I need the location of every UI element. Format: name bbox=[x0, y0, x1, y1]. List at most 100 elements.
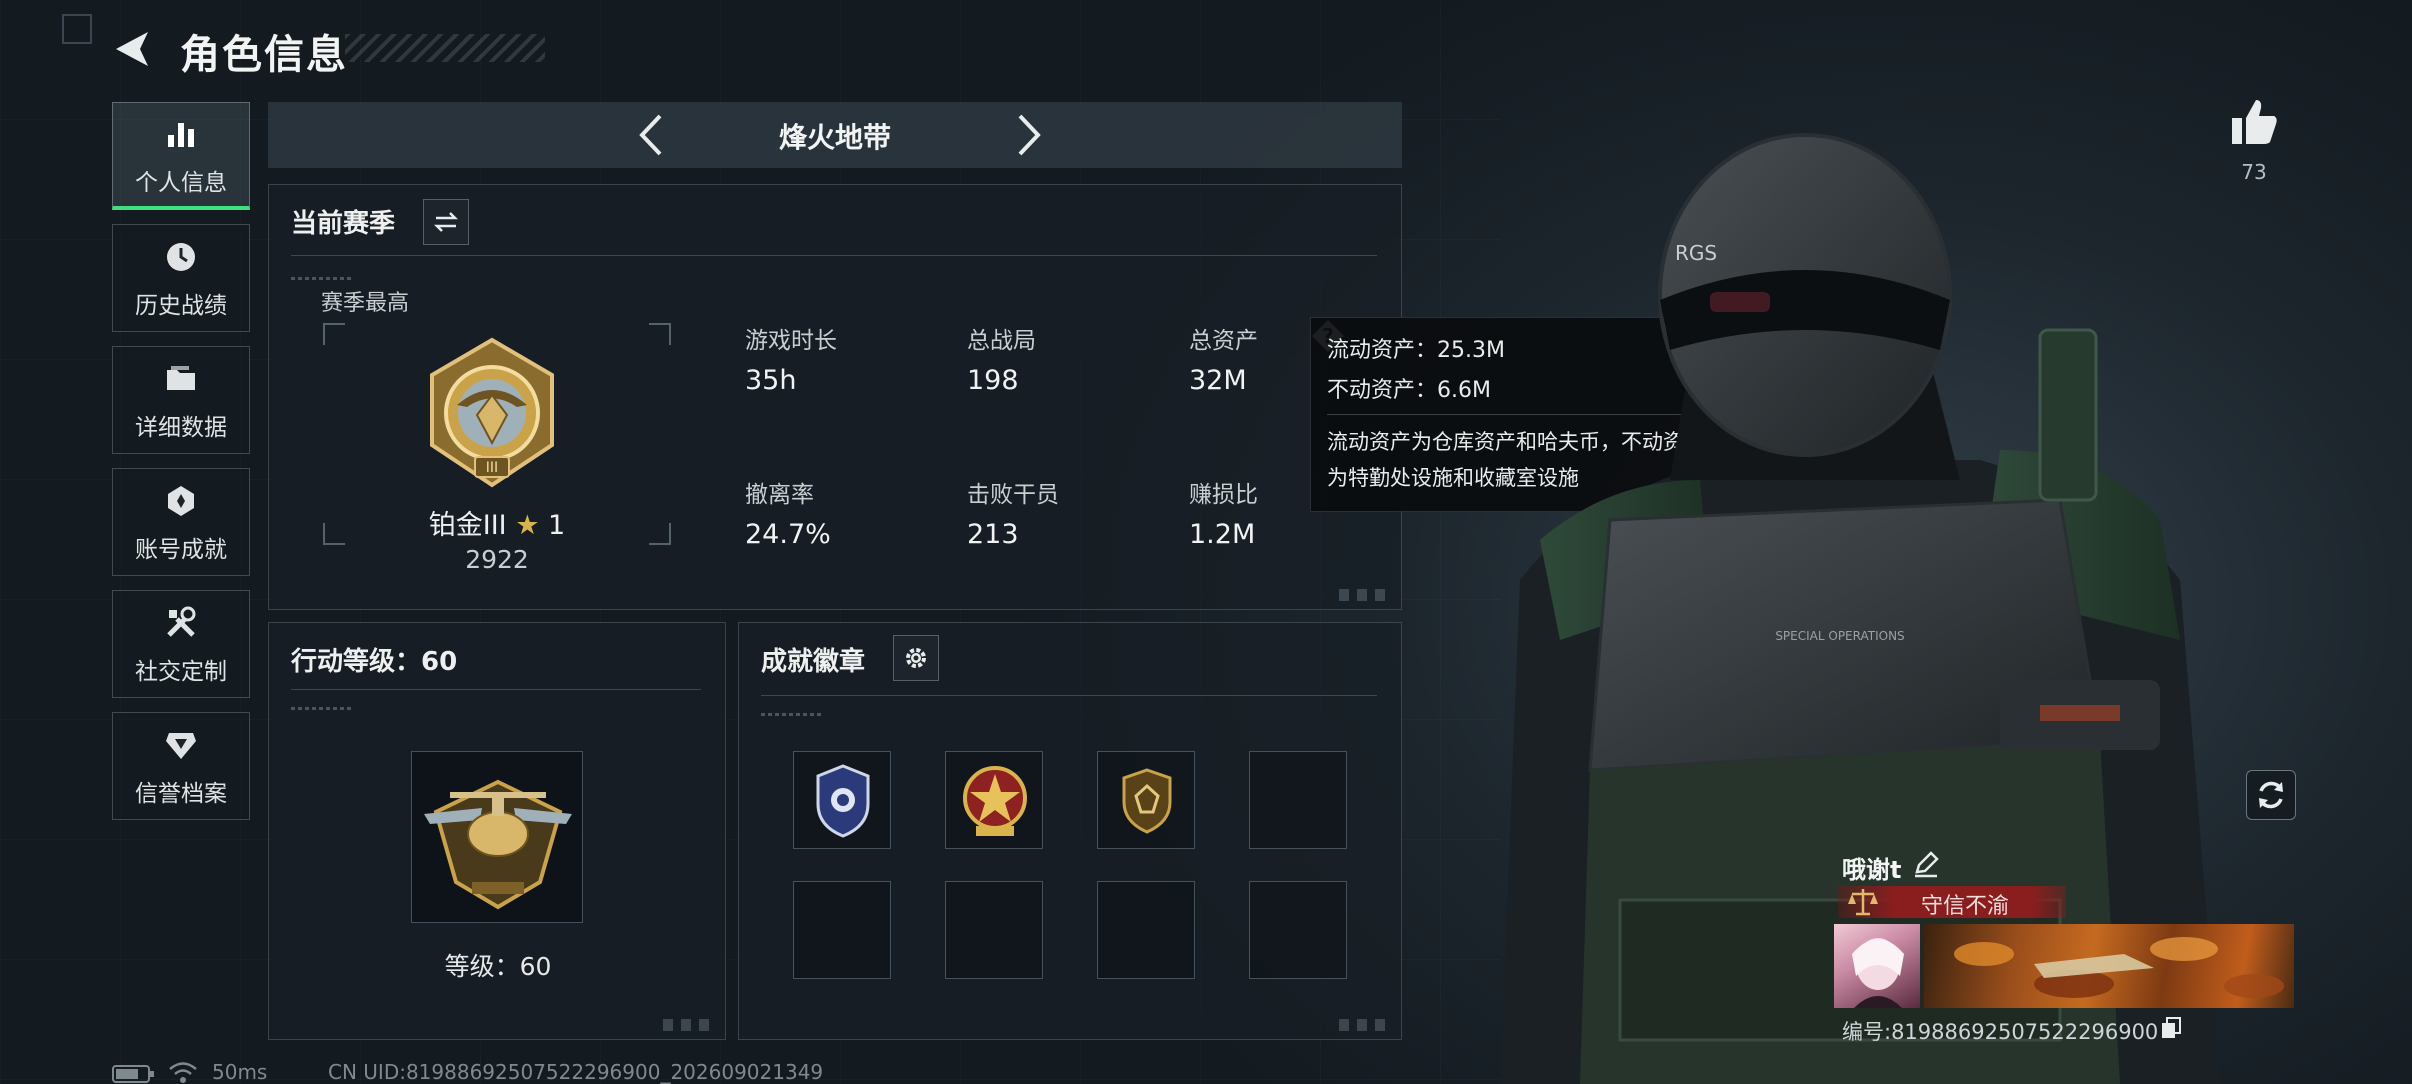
nav-item-credit-record[interactable]: 信誉档案 bbox=[112, 712, 250, 820]
bar-chart-icon bbox=[160, 113, 202, 155]
stat-value: 1.2M bbox=[1189, 519, 1256, 550]
frame-corner bbox=[649, 323, 671, 345]
scales-icon bbox=[1848, 889, 1878, 916]
badge-slot-empty[interactable] bbox=[793, 881, 891, 979]
stat-label: 击败干员 bbox=[967, 482, 1059, 508]
dash-decoration bbox=[761, 713, 821, 716]
copy-icon[interactable] bbox=[2160, 1016, 2182, 1040]
frame-corner bbox=[323, 523, 345, 545]
nav-label: 个人信息 bbox=[135, 169, 227, 196]
dash-decoration bbox=[291, 277, 351, 280]
rank-score: 2922 bbox=[465, 545, 529, 574]
frame-corner bbox=[649, 523, 671, 545]
credit-shield-icon bbox=[160, 724, 202, 766]
badge-slot-empty[interactable] bbox=[1097, 881, 1195, 979]
player-banner[interactable] bbox=[1924, 924, 2294, 1008]
avatar-portrait-icon bbox=[1852, 938, 1904, 1008]
level-emblem-frame bbox=[411, 751, 583, 923]
rank-line: 铂金III ★ 1 bbox=[423, 503, 571, 542]
history-clock-icon bbox=[160, 236, 202, 278]
rank-name: 铂金III bbox=[428, 510, 507, 541]
stat-value: 198 bbox=[967, 365, 1019, 396]
edit-name-icon[interactable] bbox=[1912, 850, 1940, 878]
rank-stars: 1 bbox=[548, 510, 566, 541]
corner-dots-decoration bbox=[663, 1019, 715, 1031]
svg-text:SPECIAL OPERATIONS: SPECIAL OPERATIONS bbox=[1775, 629, 1904, 643]
season-best-label: 赛季最高 bbox=[321, 291, 410, 316]
mode-name: 烽火地带 bbox=[778, 121, 891, 154]
stat-label: 赚损比 bbox=[1189, 482, 1258, 508]
like-count: 73 bbox=[2241, 160, 2267, 184]
dash-decoration bbox=[291, 707, 351, 710]
stat-label: 游戏时长 bbox=[745, 328, 837, 354]
action-level-title: 行动等级：60 bbox=[291, 647, 458, 677]
latency: 50ms bbox=[212, 1060, 268, 1084]
stat-value: 35h bbox=[745, 365, 797, 396]
season-title: 当前赛季 bbox=[291, 209, 396, 239]
badge-slot-empty[interactable] bbox=[945, 881, 1043, 979]
achievements-title: 成就徽章 bbox=[761, 647, 866, 677]
stat-label: 撤离率 bbox=[745, 482, 814, 508]
badge-settings-button[interactable] bbox=[893, 635, 939, 681]
stat-value: 213 bbox=[967, 519, 1019, 550]
refresh-icon bbox=[2259, 781, 2283, 809]
player-name: 哦谢t bbox=[1842, 856, 1902, 884]
mode-selector: 烽火地带 bbox=[268, 102, 1402, 168]
swap-season-button[interactable] bbox=[423, 199, 469, 245]
autumn-leaves-banner-icon bbox=[1954, 937, 2284, 998]
nav-label: 账号成就 bbox=[135, 537, 227, 563]
divider bbox=[291, 689, 701, 690]
rank-emblem-icon: III bbox=[430, 337, 554, 488]
page-title: 角色信息 bbox=[180, 32, 348, 78]
divider bbox=[761, 695, 1377, 696]
gem-shield-icon bbox=[1122, 768, 1172, 834]
action-level-panel: 行动等级：60 等级：60 bbox=[268, 622, 726, 1040]
battery-icon bbox=[112, 1065, 154, 1083]
stat-label: 总战局 bbox=[967, 328, 1036, 354]
thumbs-up-icon[interactable] bbox=[2230, 96, 2278, 148]
nav-item-detail-data[interactable]: 详细数据 bbox=[112, 346, 250, 454]
badge-slot-star-medal[interactable] bbox=[945, 751, 1043, 849]
achievement-badge-icon bbox=[160, 480, 202, 522]
stat-label: 总资产 bbox=[1189, 328, 1258, 354]
swap-arrows-icon bbox=[433, 212, 459, 232]
rotate-character-button[interactable] bbox=[2246, 770, 2296, 820]
stat-value: 32M bbox=[1189, 365, 1247, 396]
wifi-icon bbox=[169, 1062, 197, 1083]
achievements-panel: 成就徽章 bbox=[738, 622, 1402, 1040]
credit-title: 守信不渝 bbox=[1920, 894, 2009, 919]
star-icon: ★ bbox=[515, 510, 540, 541]
svg-text:RGS: RGS bbox=[1675, 241, 1717, 265]
stat-value: 24.7% bbox=[745, 519, 831, 550]
svg-text:III: III bbox=[486, 460, 498, 476]
frame-corner bbox=[323, 323, 345, 345]
tools-icon bbox=[160, 602, 202, 644]
next-mode-arrow-icon[interactable] bbox=[1002, 110, 1052, 160]
badge-slot-gem-shield[interactable] bbox=[1097, 751, 1195, 849]
badge-slot-empty[interactable] bbox=[1249, 881, 1347, 979]
police-badge-icon bbox=[816, 764, 870, 838]
divider bbox=[291, 255, 1377, 256]
nav-label: 历史战绩 bbox=[135, 293, 227, 319]
nav-item-social-custom[interactable]: 社交定制 bbox=[112, 590, 250, 698]
gear-icon bbox=[906, 648, 926, 668]
badge-slot-empty[interactable] bbox=[1249, 751, 1347, 849]
nav-label: 信誉档案 bbox=[135, 781, 227, 807]
nav-item-personal-info[interactable]: 个人信息 bbox=[112, 102, 250, 210]
player-id: 编号:8198869250752229​6900 bbox=[1842, 1020, 2159, 1044]
corner-dots-decoration bbox=[1339, 589, 1391, 601]
folder-icon bbox=[160, 358, 202, 400]
corner-dots-decoration bbox=[1339, 1019, 1391, 1031]
season-panel: 当前赛季 赛季最高 III 铂金III ★ 1 2922 游戏时长 35h 总战… bbox=[268, 184, 1402, 610]
uid-text: CN UID:81988692507522296900_202609021349 bbox=[328, 1060, 824, 1084]
nav-item-history[interactable]: 历史战绩 bbox=[112, 224, 250, 332]
back-arrow-icon[interactable] bbox=[108, 24, 158, 74]
nav-label: 详细数据 bbox=[135, 415, 227, 441]
level-label: 等级：60 bbox=[444, 952, 552, 981]
player-avatar[interactable] bbox=[1834, 924, 1920, 1008]
nav-item-achievements[interactable]: 账号成就 bbox=[112, 468, 250, 576]
badge-slot-police[interactable] bbox=[793, 751, 891, 849]
nav-label: 社交定制 bbox=[135, 659, 227, 685]
helicopter-emblem-icon bbox=[424, 779, 572, 910]
corner-decoration bbox=[62, 14, 92, 44]
